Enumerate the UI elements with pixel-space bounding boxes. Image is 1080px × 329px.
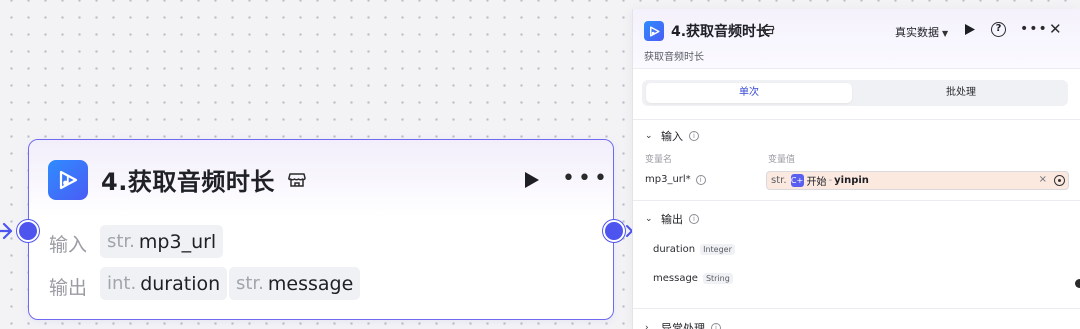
store-badge-icon (763, 25, 775, 35)
more-options-button[interactable]: ••• (562, 168, 610, 190)
info-icon[interactable]: i (711, 323, 721, 329)
column-header-name: 变量名 (645, 155, 673, 165)
divider (633, 308, 1080, 309)
output-port[interactable] (603, 220, 625, 242)
column-header-value: 变量值 (768, 155, 796, 165)
section-title: 输出 (661, 213, 683, 226)
start-node-icon: C+ (790, 174, 804, 187)
output-item: duration Integer (653, 244, 735, 255)
audio-plugin-icon (48, 160, 88, 200)
node-detail-panel: 4.获取音频时长 获取音频时长 真实数据 ▼ ? ••• ✕ 单次 批处理 ⌄ 输… (632, 9, 1080, 329)
divider (633, 200, 1080, 201)
output-param-chip: int. duration (100, 267, 228, 300)
section-title: 异常处理 (661, 322, 705, 329)
target-icon[interactable] (1054, 175, 1065, 186)
node-title: 4.获取音频时长 (101, 168, 275, 196)
input-param-chip: str. mp3_url (100, 225, 224, 258)
output-name: message (653, 273, 698, 284)
data-mode-dropdown[interactable]: 真实数据 ▼ (895, 24, 948, 40)
scroll-handle[interactable] (1075, 279, 1080, 288)
ref-node-name: 开始 (806, 177, 827, 188)
output-param-chip: str. message (229, 267, 361, 300)
input-section-header[interactable]: ⌄ 输入 i (645, 128, 699, 144)
chevron-down-icon: ⌄ (645, 131, 653, 141)
input-row-label: 输入 (49, 234, 88, 256)
exception-section-header[interactable]: › 异常处理 i (645, 320, 721, 329)
close-icon[interactable]: ✕ (1049, 20, 1062, 38)
ref-variable-name: yinpin (834, 175, 869, 186)
ref-separator: - (828, 175, 833, 186)
store-badge-icon (288, 173, 306, 187)
more-options-button[interactable]: ••• (1020, 21, 1048, 37)
chevron-right-icon: › (645, 323, 649, 329)
input-param-name: mp3_url* i (645, 174, 706, 185)
output-item: message String (653, 273, 733, 284)
param-label: mp3_url* (645, 174, 691, 185)
chevron-down-icon: ⌄ (645, 214, 653, 224)
help-icon[interactable]: ? (991, 22, 1006, 37)
output-name: duration (653, 244, 696, 255)
divider (633, 119, 1080, 120)
run-mode-tabs: 单次 批处理 (642, 80, 1068, 106)
panel-title: 4.获取音频时长 (671, 24, 771, 40)
clear-icon[interactable]: × (1039, 174, 1047, 185)
section-title: 输入 (661, 130, 683, 143)
tab-batch[interactable]: 批处理 (858, 83, 1064, 103)
data-mode-label: 真实数据 (895, 26, 939, 39)
caret-down-icon: ▼ (942, 29, 949, 38)
info-icon[interactable]: i (689, 131, 699, 141)
param-name: duration (140, 272, 221, 295)
audio-plugin-icon (644, 21, 664, 41)
incoming-edge-arrow (0, 222, 13, 240)
param-name: message (267, 272, 354, 295)
info-icon[interactable]: i (689, 214, 699, 224)
tab-single[interactable]: 单次 (646, 83, 852, 103)
param-type: str. (236, 273, 264, 294)
output-type-tag: Integer (700, 244, 735, 255)
param-type: str. (107, 231, 135, 252)
output-section-header[interactable]: ⌄ 输出 i (645, 211, 699, 227)
run-node-button[interactable] (520, 169, 542, 191)
info-icon[interactable]: i (695, 174, 706, 185)
workflow-node[interactable]: 4.获取音频时长 ••• 输入 str. mp3_url 输出 int. dur… (28, 139, 614, 320)
panel-subtitle: 获取音频时长 (644, 52, 704, 63)
output-type-tag: String (702, 273, 733, 284)
variable-reference-field[interactable]: str. C+ 开始 - yinpin × (766, 171, 1069, 190)
param-type: int. (107, 273, 137, 294)
param-name: mp3_url (138, 230, 217, 253)
output-row-label: 输出 (49, 277, 88, 299)
ref-type: str. (771, 175, 787, 186)
input-port[interactable] (17, 220, 39, 242)
run-button[interactable] (963, 23, 976, 36)
